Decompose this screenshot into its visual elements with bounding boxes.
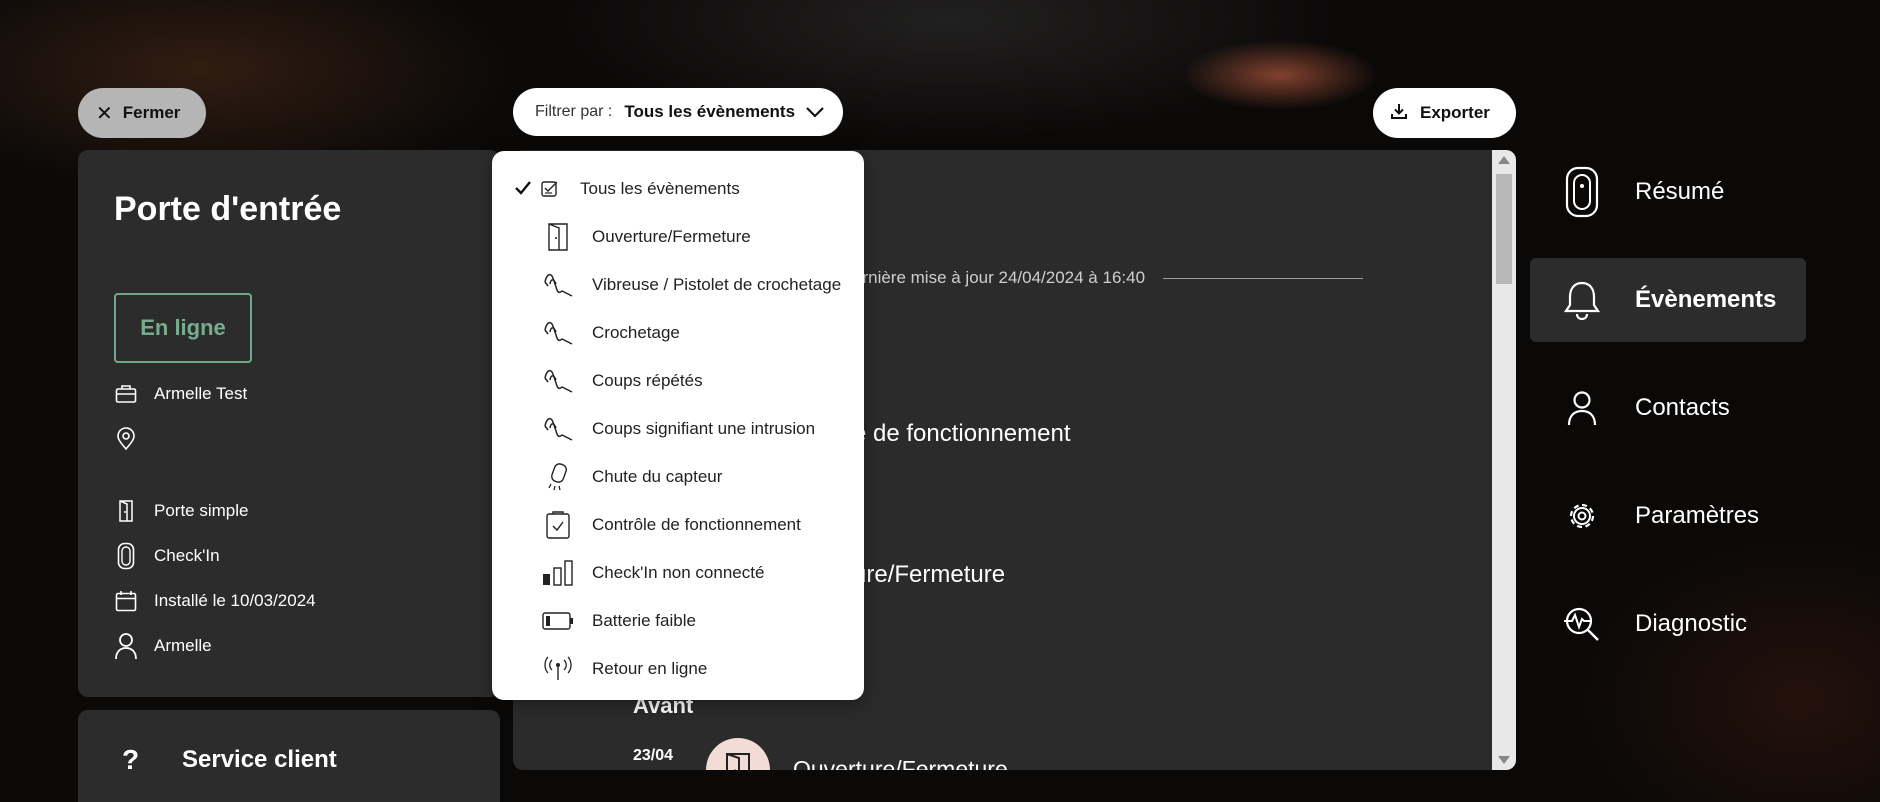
- filter-dropdown: Tous les évènements Ouverture/Fermeture …: [492, 151, 864, 700]
- nav-label: Diagnostic: [1635, 610, 1748, 637]
- person-icon: [1560, 382, 1604, 434]
- pick-icon: [542, 413, 574, 445]
- battery-low-icon: [542, 605, 574, 637]
- diagnostic-icon: [1560, 598, 1604, 650]
- chevron-down-icon: [805, 105, 825, 119]
- door-type-row: Porte simple: [114, 497, 248, 525]
- gear-icon: [1560, 490, 1604, 542]
- export-button[interactable]: Exporter: [1373, 88, 1516, 138]
- device-model: Check'In: [154, 546, 220, 565]
- close-icon: ✕: [96, 102, 113, 125]
- event-item: Ouverture/Fermeture: [793, 756, 1008, 770]
- event-door-icon: [706, 738, 770, 770]
- nav-label: Évènements: [1635, 286, 1777, 313]
- filter-option-function-check[interactable]: Contrôle de fonctionnement: [492, 501, 864, 549]
- calendar-icon: [114, 587, 138, 615]
- filter-prefix: Filtrer par :: [535, 103, 613, 120]
- nav-item-events[interactable]: Évènements: [1530, 258, 1806, 342]
- falling-sensor-icon: [542, 461, 574, 493]
- filter-option-low-battery[interactable]: Batterie faible: [492, 597, 864, 645]
- status-badge: En ligne: [114, 293, 252, 363]
- download-icon: [1390, 102, 1408, 125]
- door-icon: [114, 497, 138, 525]
- model-row: Check'In: [114, 542, 220, 570]
- nav-item-contacts[interactable]: Contacts: [1530, 366, 1806, 450]
- filter-select[interactable]: Filtrer par : Tous les évènements: [513, 88, 843, 136]
- nav-item-diagnostic[interactable]: Diagnostic: [1530, 582, 1806, 666]
- scrollbar[interactable]: [1492, 150, 1516, 770]
- filter-option-repeated-knocks[interactable]: Coups répétés: [492, 357, 864, 405]
- filter-option-not-connected[interactable]: Check'In non connecté: [492, 549, 864, 597]
- owner-row: Armelle Test: [114, 380, 247, 408]
- filter-value: Tous les évènements: [624, 102, 796, 121]
- close-button[interactable]: ✕ Fermer: [78, 88, 206, 138]
- location-row: [114, 425, 154, 453]
- divider: [1163, 277, 1364, 279]
- nav-item-settings[interactable]: Paramètres: [1530, 474, 1806, 558]
- device-icon: [114, 542, 138, 570]
- pick-icon: [542, 365, 574, 397]
- person-icon: [114, 632, 138, 660]
- nav-item-summary[interactable]: Résumé: [1530, 150, 1806, 234]
- close-label: Fermer: [122, 103, 181, 122]
- scroll-up-icon[interactable]: [1498, 156, 1510, 164]
- door-icon: [542, 221, 574, 253]
- customer-service-button[interactable]: ? Service client: [78, 710, 500, 802]
- question-icon: ?: [122, 744, 140, 775]
- filter-option-vibrator[interactable]: Vibreuse / Pistolet de crochetage: [492, 261, 864, 309]
- installed-row: Installé le 10/03/2024: [114, 587, 316, 615]
- device-icon: [1560, 166, 1604, 218]
- event-item: e de fonctionnement: [853, 420, 1071, 447]
- owner-name: Armelle Test: [154, 384, 248, 403]
- filter-option-sensor-fall[interactable]: Chute du capteur: [492, 453, 864, 501]
- nav-label: Contacts: [1635, 394, 1730, 421]
- nav-label: Paramètres: [1635, 502, 1760, 529]
- filter-option-lockpicking[interactable]: Crochetage: [492, 309, 864, 357]
- event-item: ure/Fermeture: [853, 561, 1006, 588]
- last-update: ernière mise à jour 24/04/2024 à 16:40: [853, 268, 1364, 288]
- signal-bars-icon: [542, 557, 574, 589]
- scroll-thumb[interactable]: [1496, 174, 1512, 284]
- bell-icon: [1560, 274, 1604, 326]
- check-icon: [514, 180, 532, 201]
- briefcase-icon: [114, 380, 138, 408]
- pick-icon: [542, 317, 574, 349]
- filter-option-intrusion[interactable]: Coups signifiant une intrusion: [492, 405, 864, 453]
- filter-option-all[interactable]: Tous les évènements: [492, 165, 864, 213]
- filter-option-opening[interactable]: Ouverture/Fermeture: [492, 213, 864, 261]
- user-name: Armelle: [154, 636, 212, 655]
- device-card: Porte d'entrée En ligne Armelle Test Por…: [78, 150, 500, 697]
- device-title: Porte d'entrée: [114, 190, 342, 228]
- nav-label: Résumé: [1635, 178, 1725, 205]
- installed-date: Installé le 10/03/2024: [154, 591, 316, 610]
- door-type: Porte simple: [154, 501, 249, 520]
- customer-service-label: Service client: [182, 746, 337, 773]
- location-pin-icon: [114, 425, 138, 453]
- event-date: 23/04: [633, 747, 674, 764]
- export-label: Exporter: [1420, 103, 1490, 122]
- clipboard-check-icon: [542, 509, 574, 541]
- antenna-icon: [542, 653, 574, 685]
- pick-icon: [542, 269, 574, 301]
- user-row: Armelle: [114, 632, 212, 660]
- filter-option-back-online[interactable]: Retour en ligne: [492, 645, 864, 693]
- checklist-icon: [538, 173, 562, 205]
- scroll-down-icon[interactable]: [1498, 756, 1510, 764]
